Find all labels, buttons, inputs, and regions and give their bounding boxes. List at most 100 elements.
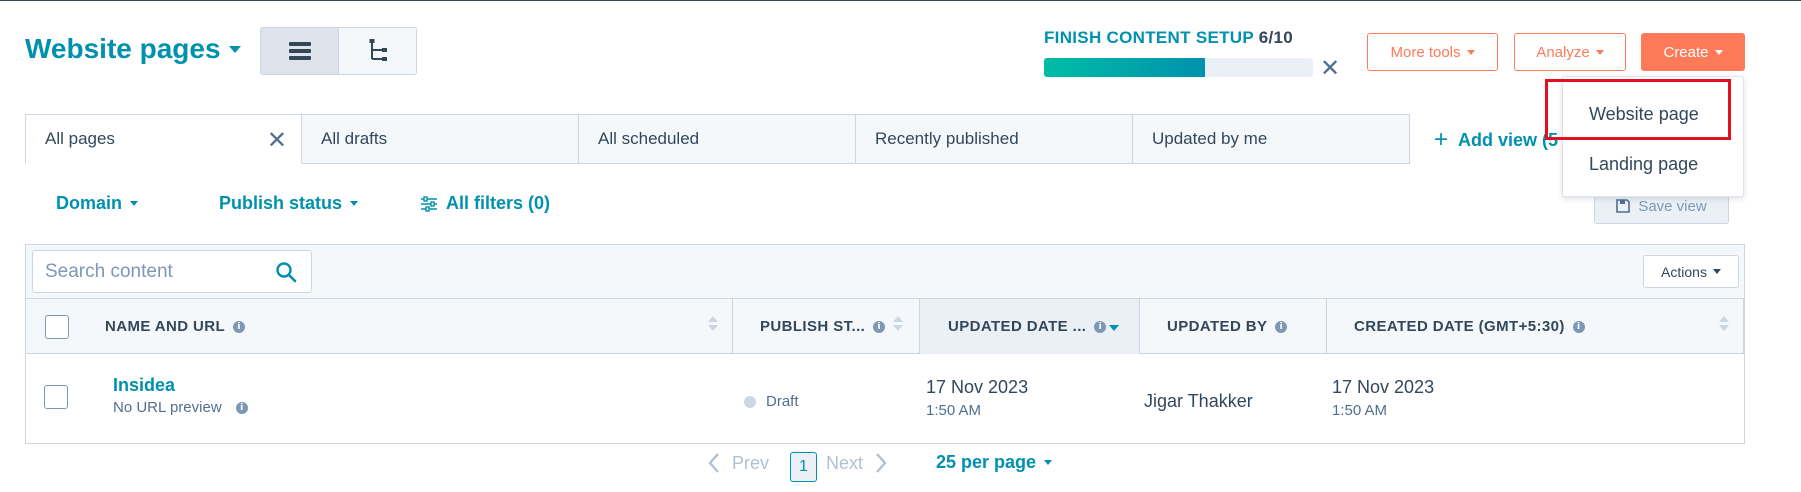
page-number-button[interactable]: 1: [790, 452, 817, 482]
column-label: CREATED DATE (GMT+5:30): [1354, 318, 1565, 335]
save-view-label: Save view: [1638, 197, 1707, 215]
chevron-down-icon: [228, 45, 241, 53]
page-title-dropdown[interactable]: Website pages: [25, 33, 241, 65]
select-all-checkbox[interactable]: [44, 314, 69, 339]
column-updated-by[interactable]: UPDATED BY i: [1140, 299, 1327, 354]
next-label: Next: [826, 452, 864, 473]
filter-sliders-icon: [421, 195, 437, 212]
url-preview: No URL preview i: [113, 399, 248, 416]
status-dot: [744, 395, 756, 408]
actions-label: Actions: [1661, 263, 1707, 280]
info-icon[interactable]: i: [233, 320, 246, 333]
per-page-dropdown[interactable]: 25 per page: [936, 452, 1053, 473]
tab-label: All drafts: [321, 129, 388, 148]
row-checkbox-cell: [44, 385, 68, 409]
setup-progress-fill: [1044, 58, 1206, 77]
per-page-label: 25 per page: [936, 452, 1037, 472]
chevron-left-icon: [708, 453, 719, 473]
status-cell: Draft: [744, 393, 799, 410]
select-all-cell: [26, 299, 87, 354]
tree-view-button[interactable]: [339, 28, 416, 74]
column-label: UPDATED BY: [1167, 318, 1268, 335]
search-placeholder: Search content: [45, 260, 173, 282]
sort-icon[interactable]: [893, 316, 903, 331]
chevron-down-icon: [1595, 49, 1604, 55]
publish-status-label: Publish status: [219, 193, 343, 213]
column-publish-status[interactable]: PUBLISH ST... i: [733, 299, 920, 354]
more-tools-button[interactable]: More tools: [1367, 33, 1498, 71]
next-page-button[interactable]: Next: [826, 452, 887, 474]
highlight-box: [1545, 79, 1731, 140]
window-top-border: [0, 0, 1801, 1]
table-header: NAME AND URL i PUBLISH ST... i UPDATED D…: [26, 299, 1744, 354]
chevron-down-icon: [1466, 49, 1475, 55]
domain-filter[interactable]: Domain: [56, 193, 139, 214]
sort-icon[interactable]: [708, 316, 718, 331]
tab-recently-published[interactable]: Recently published: [856, 114, 1133, 164]
updated-by-cell: Jigar Thakker: [1144, 391, 1253, 412]
setup-progress-bar: [1044, 58, 1313, 77]
create-button[interactable]: Create: [1641, 33, 1745, 71]
page-name-link[interactable]: Insidea: [113, 375, 248, 396]
domain-filter-label: Domain: [56, 193, 123, 213]
analyze-label: Analyze: [1536, 43, 1590, 61]
setup-progress-label[interactable]: FINISH CONTENT SETUP 6/10: [1044, 28, 1293, 48]
search-icon[interactable]: [275, 261, 297, 283]
created-date-cell: 17 Nov 2023 1:50 AM: [1332, 377, 1434, 419]
view-toggle: [260, 27, 417, 75]
column-updated-date[interactable]: UPDATED DATE ... i: [920, 299, 1140, 354]
tab-all-scheduled[interactable]: All scheduled: [579, 114, 856, 164]
updated-time: 1:50 AM: [926, 402, 982, 419]
view-tabs: All pages ✕ All drafts All scheduled Rec…: [25, 114, 1410, 164]
list-icon: [288, 42, 311, 60]
chevron-down-icon: [1044, 460, 1053, 465]
tree-icon: [369, 39, 387, 61]
chevron-down-icon: [350, 201, 359, 206]
updated-date: 17 Nov 2023: [926, 377, 1029, 397]
sort-icon[interactable]: [1719, 316, 1729, 331]
add-view-label: Add view (5: [1458, 129, 1559, 150]
column-name-and-url[interactable]: NAME AND URL i: [87, 299, 733, 354]
tab-updated-by-me[interactable]: Updated by me: [1133, 114, 1410, 164]
more-tools-label: More tools: [1390, 43, 1461, 61]
created-date: 17 Nov 2023: [1332, 377, 1435, 397]
column-created-date[interactable]: CREATED DATE (GMT+5:30) i: [1327, 299, 1744, 354]
all-filters-button[interactable]: All filters (0): [420, 193, 550, 214]
list-view-button[interactable]: [261, 28, 339, 74]
info-icon[interactable]: i: [1094, 320, 1107, 333]
column-label: PUBLISH ST...: [760, 318, 866, 335]
info-icon[interactable]: i: [1275, 320, 1288, 333]
tab-label: Recently published: [875, 129, 1019, 148]
status-badge: Draft: [766, 393, 799, 410]
column-label: UPDATED DATE ...: [948, 318, 1087, 335]
current-page: 1: [799, 458, 808, 475]
search-input[interactable]: Search content: [32, 250, 312, 293]
tab-label: All pages: [45, 129, 115, 148]
sort-descending-icon[interactable]: [1109, 316, 1119, 331]
menu-item-landing-page[interactable]: Landing page: [1589, 154, 1698, 175]
info-icon[interactable]: i: [873, 320, 886, 333]
actions-button[interactable]: Actions: [1643, 255, 1739, 288]
publish-status-filter[interactable]: Publish status: [219, 193, 359, 214]
row-checkbox[interactable]: [44, 385, 68, 409]
info-icon[interactable]: i: [1572, 320, 1585, 333]
chevron-right-icon: [876, 453, 887, 473]
plus-icon: +: [1434, 126, 1449, 153]
analyze-button[interactable]: Analyze: [1514, 33, 1626, 71]
updated-by-name: Jigar Thakker: [1144, 391, 1253, 411]
close-tab-icon[interactable]: ✕: [267, 126, 287, 155]
tab-all-drafts[interactable]: All drafts: [302, 114, 579, 164]
updated-date-cell: 17 Nov 2023 1:50 AM: [926, 377, 1028, 419]
table-row: Insidea No URL preview i Draft 17 Nov 20…: [26, 354, 1744, 443]
close-icon[interactable]: ✕: [1320, 54, 1340, 83]
info-icon[interactable]: i: [235, 401, 248, 414]
page-title: Website pages: [25, 33, 221, 64]
add-view-button[interactable]: + Add view (5: [1434, 126, 1558, 154]
column-label: NAME AND URL: [105, 318, 226, 335]
tab-label: All scheduled: [598, 129, 700, 148]
create-label: Create: [1663, 43, 1709, 61]
setup-label-text: FINISH CONTENT SETUP: [1044, 28, 1254, 47]
tab-all-pages[interactable]: All pages ✕: [25, 114, 302, 164]
tab-label: Updated by me: [1152, 129, 1268, 148]
prev-page-button[interactable]: Prev: [708, 452, 769, 474]
